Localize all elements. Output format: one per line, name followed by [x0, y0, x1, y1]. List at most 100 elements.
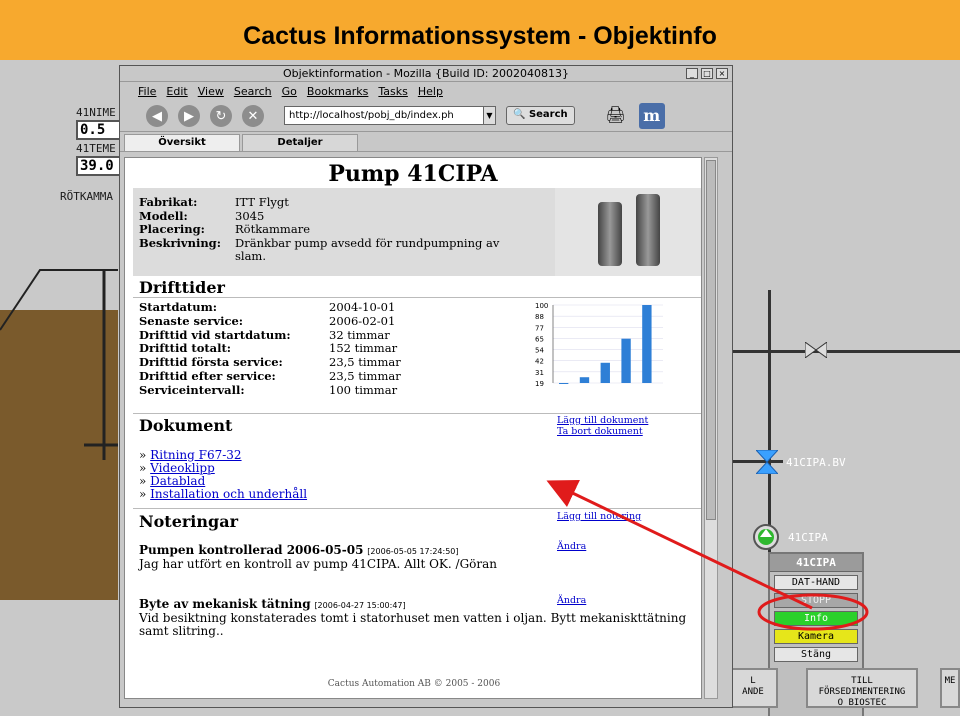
remove-document-link[interactable]: Ta bort dokument	[557, 426, 643, 438]
kamera-button[interactable]: Kamera	[774, 629, 858, 644]
info-key: Modell:	[139, 208, 188, 223]
drift-value: 2004-10-01	[329, 300, 396, 314]
y-tick-label: 65	[535, 335, 544, 343]
add-document-link[interactable]: Lägg till dokument	[557, 415, 648, 427]
menu-edit[interactable]: Edit	[166, 85, 187, 98]
pump-image	[598, 202, 622, 266]
note-title: Byte av mekanisk tätning	[139, 597, 311, 611]
y-tick-label: 88	[535, 313, 544, 321]
navigation-toolbar: ◀ ▶ ↻ ✕ http://localhost/pobj_db/index.p…	[120, 100, 732, 132]
nav-button[interactable]: L ANDE	[728, 668, 778, 708]
drift-value: 32 timmar	[329, 327, 390, 342]
valve-icon[interactable]	[805, 342, 827, 358]
document-list: » Ritning F67-32 » Videoklipp » Datablad…	[139, 449, 307, 501]
document-link[interactable]: Videoklipp	[150, 461, 215, 475]
nav-button-label: ANDE	[742, 687, 764, 697]
info-button[interactable]: Info	[774, 611, 858, 626]
stop-icon[interactable]: ✕	[242, 104, 264, 127]
document-link[interactable]: Ritning F67-32	[150, 448, 241, 462]
menu-view[interactable]: View	[198, 85, 224, 98]
runtime-bar-chart: 100 88 77 65 54 42 31 19	[535, 302, 663, 387]
drift-key: Senaste service:	[139, 313, 244, 328]
tank-label: RÖTKAMMA	[60, 190, 113, 203]
nav-button-label: ME	[944, 676, 956, 686]
y-tick-label: 54	[535, 347, 544, 355]
window-titlebar[interactable]: Objektinformation - Mozilla {Build ID: 2…	[120, 66, 732, 82]
drift-value: 100 timmar	[329, 382, 398, 397]
drift-value: 23,5 timmar	[329, 355, 401, 370]
y-tick-label: 31	[535, 369, 544, 377]
menu-bookmarks[interactable]: Bookmarks	[307, 85, 368, 98]
tab-bar: Översikt Detaljer	[120, 132, 732, 152]
pump-symbol-icon[interactable]	[752, 523, 780, 551]
menu-help[interactable]: Help	[418, 85, 443, 98]
slide-title: Cactus Informationssystem - Objektinfo	[0, 0, 960, 60]
note-title: Pumpen kontrollerad 2006-05-05	[139, 543, 364, 557]
menu-file[interactable]: File	[138, 85, 156, 98]
search-button[interactable]: 🔍 Search	[506, 106, 575, 125]
url-field[interactable]: http://localhost/pobj_db/index.ph ▼	[284, 106, 496, 125]
popup-title: 41CIPA	[770, 554, 862, 572]
reload-icon[interactable]: ↻	[210, 104, 232, 127]
divider	[133, 413, 701, 414]
add-note-link[interactable]: Lägg till notering	[557, 511, 641, 523]
maximize-icon[interactable]: □	[701, 68, 713, 79]
drifttider-heading: Drifttider	[139, 278, 225, 297]
chart-bar	[579, 377, 590, 383]
divider	[133, 508, 701, 509]
nav-button[interactable]: ME	[940, 668, 960, 708]
chevron-down-icon[interactable]: ▼	[483, 107, 495, 124]
info-key: Beskrivning:	[139, 235, 221, 250]
nav-button-forsedimentering[interactable]: TILL FÖRSEDIMENTERING O BIOSTEC	[806, 668, 918, 708]
close-icon[interactable]: ×	[716, 68, 728, 79]
drift-key: Drifttid efter service:	[139, 368, 276, 383]
noteringar-heading: Noteringar	[139, 512, 238, 531]
page-footer: Cactus Automation AB © 2005 - 2006	[327, 679, 501, 689]
info-key: Placering:	[139, 222, 205, 236]
tab-oversikt[interactable]: Översikt	[124, 134, 240, 151]
bypass-valve-icon[interactable]	[756, 450, 778, 474]
tab-detaljer[interactable]: Detaljer	[242, 134, 358, 151]
nav-button-label: O BIOSTEC	[837, 698, 887, 708]
vertical-scrollbar[interactable]	[704, 157, 718, 699]
menu-search[interactable]: Search	[234, 85, 272, 98]
stang-button[interactable]: Stäng	[774, 647, 858, 662]
drifttider-list: Startdatum: 2004-10-01 Senaste service: 20…	[139, 300, 529, 398]
tag-label: 41NIME	[76, 106, 116, 119]
drift-value: 23,5 timmar	[329, 368, 401, 383]
divider	[133, 297, 701, 298]
note-item: Byte av mekanisk tätning [2006-04-27 15:…	[139, 598, 699, 638]
drift-key: Drifttid första service:	[139, 355, 283, 370]
drift-key: Drifttid vid startdatum:	[139, 327, 291, 342]
edit-note-link[interactable]: Ändra	[557, 595, 586, 607]
tag-label: 41TEME	[76, 142, 116, 155]
tag-value: 0.5	[76, 120, 124, 140]
pump-info: Fabrikat: ITT Flygt Modell: 3045 Placering…	[139, 195, 525, 264]
dat-hand-button[interactable]: DAT-HAND	[774, 575, 858, 590]
document-link[interactable]: Datablad	[150, 474, 205, 488]
stopp-button[interactable]: STOPP	[774, 593, 858, 608]
menu-bar: File Edit View Search Go Bookmarks Tasks…	[120, 82, 732, 100]
search-button-label: Search	[528, 109, 568, 120]
nav-button-label: FÖRSEDIMENTERING	[818, 687, 906, 697]
browser-window: Objektinformation - Mozilla {Build ID: 2…	[119, 65, 733, 708]
scrollbar-thumb[interactable]	[706, 160, 716, 520]
info-value: Rötkammare	[235, 222, 310, 236]
forward-icon[interactable]: ▶	[178, 104, 200, 127]
window-title: Objektinformation - Mozilla {Build ID: 2…	[282, 67, 569, 80]
document-link[interactable]: Installation och underhåll	[150, 487, 307, 501]
tag-value: 39.0	[76, 156, 124, 176]
back-icon[interactable]: ◀	[146, 104, 168, 127]
info-value: ITT Flygt	[235, 195, 289, 209]
menu-go[interactable]: Go	[282, 85, 297, 98]
nav-button-label: L	[750, 676, 756, 686]
search-icon: 🔍	[513, 109, 526, 120]
note-text: Jag har utfört en kontroll av pump 41CIP…	[139, 557, 498, 571]
minimize-icon[interactable]: _	[686, 68, 698, 79]
menu-tasks[interactable]: Tasks	[378, 85, 407, 98]
edit-note-link[interactable]: Ändra	[557, 541, 586, 553]
chart-bar	[642, 305, 652, 383]
pump-photo	[555, 188, 701, 276]
drift-value: 2006-02-01	[329, 313, 396, 328]
print-icon[interactable]: 🖨	[603, 105, 629, 127]
